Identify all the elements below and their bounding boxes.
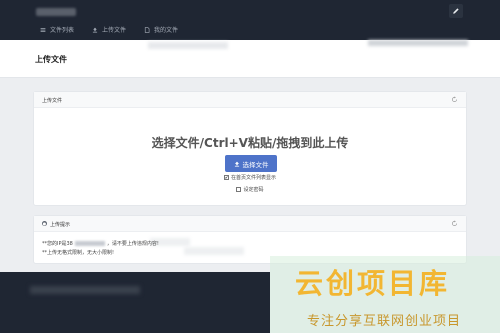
- upload-card: 上传文件 选择文件/Ctrl+V粘贴/拖拽到此上传 选择文件 ✔ 在首页文件列表…: [34, 92, 466, 205]
- redacted-area: [184, 247, 244, 255]
- nav-item-upload[interactable]: 上传文件: [92, 25, 126, 34]
- redacted-area: [30, 286, 140, 294]
- refresh-icon[interactable]: [451, 96, 458, 103]
- show-in-list-label: 在首页文件列表显示: [230, 175, 276, 181]
- main-nav: 文件列表 上传文件 我的文件: [40, 25, 178, 34]
- redacted-area: [148, 42, 228, 49]
- file-icon: [144, 26, 150, 33]
- upload-icon: [234, 161, 239, 167]
- card-header: ● 上传提示: [34, 216, 466, 232]
- top-navbar: 文件列表 上传文件 我的文件: [0, 0, 500, 40]
- set-password-label: 设定密码: [243, 187, 264, 193]
- list-icon: [40, 27, 46, 32]
- card-header: 上传文件: [34, 92, 466, 108]
- drop-zone-hint[interactable]: 选择文件/Ctrl+V粘贴/拖拽到此上传: [34, 134, 466, 151]
- edit-button[interactable]: [449, 4, 463, 18]
- show-in-list-option[interactable]: ✔ 在首页文件列表显示: [34, 174, 466, 181]
- show-in-list-checkbox[interactable]: ✔: [223, 175, 229, 180]
- select-file-button[interactable]: 选择文件: [225, 155, 277, 172]
- tip-ip-suffix: ，请不要上传违规内容!: [106, 241, 159, 247]
- footer-area: [0, 272, 270, 333]
- info-icon: ●: [42, 221, 47, 226]
- set-password-checkbox[interactable]: [236, 187, 242, 192]
- card-title: 上传文件: [42, 98, 63, 104]
- pencil-icon: [453, 8, 459, 14]
- watermark-title: 云创项目库: [295, 267, 451, 300]
- nav-item-file-list[interactable]: 文件列表: [40, 25, 74, 34]
- page-header: 上传文件: [0, 40, 500, 78]
- redacted-ip: [74, 241, 105, 246]
- card-title: 上传提示: [50, 222, 71, 228]
- tip-limit-line: **上传无格式限制，无大小限制!: [42, 250, 115, 256]
- nav-item-my-files[interactable]: 我的文件: [144, 25, 178, 34]
- nav-item-label: 我的文件: [154, 27, 179, 34]
- refresh-icon[interactable]: [451, 220, 458, 227]
- nav-item-label: 文件列表: [50, 27, 75, 34]
- page-title: 上传文件: [35, 55, 67, 64]
- tip-ip-line: **您的IP是38 ，请不要上传违规内容!: [42, 240, 159, 247]
- upload-icon: [92, 27, 98, 33]
- redacted-area: [368, 40, 468, 46]
- nav-item-label: 上传文件: [102, 27, 127, 34]
- tip-ip-prefix: **您的IP是38: [42, 241, 73, 247]
- watermark-subtitle: 专注分享互联网创业项目: [307, 314, 462, 329]
- set-password-option[interactable]: 设定密码: [34, 186, 466, 193]
- brand-logo[interactable]: [36, 8, 76, 16]
- select-file-label: 选择文件: [242, 160, 269, 169]
